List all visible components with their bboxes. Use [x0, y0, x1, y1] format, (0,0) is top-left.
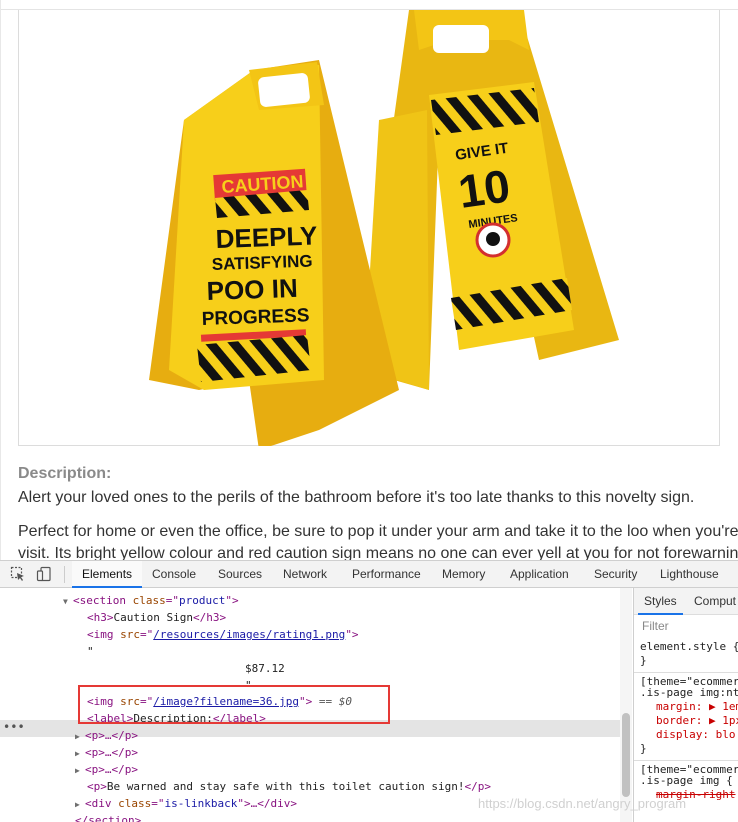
rule2-selector-b[interactable]: .is-page img {: [634, 774, 738, 788]
caution-signs-illustration: GIVE IT 10 MINUTES CAUTION DEEPLY SATISF…: [149, 10, 619, 446]
tab-network[interactable]: Network: [283, 561, 327, 588]
tab-computed[interactable]: Comput: [694, 588, 736, 615]
tab-performance[interactable]: Performance: [352, 561, 421, 588]
dom-node-h3[interactable]: <h3>Caution Sign</h3>: [87, 609, 226, 626]
rule-close-brace: }: [640, 654, 647, 667]
collapse-triangle-icon[interactable]: ▼: [63, 593, 73, 610]
rule1-prop-border[interactable]: border: ▶ 1px: [634, 714, 738, 728]
rule-close-brace: }: [640, 742, 647, 755]
dom-tree-scrollbar-thumb[interactable]: [622, 713, 630, 797]
rating-image-link[interactable]: /resources/images/rating1.png: [153, 628, 345, 641]
rule1-selector-b[interactable]: .is-page img:nt: [634, 686, 738, 700]
description-paragraph-1: Alert your loved ones to the perils of t…: [18, 489, 695, 506]
rule1-selector-a[interactable]: [theme="ecommer: [634, 672, 738, 688]
expand-triangle-icon[interactable]: ▶: [75, 796, 85, 813]
inspect-element-icon[interactable]: [10, 566, 26, 582]
tab-console[interactable]: Console: [152, 561, 196, 588]
style-rules: element.style { } [theme="ecommer .is-pa…: [634, 640, 738, 802]
styles-pane: Styles Comput Filter element.style { } […: [633, 588, 738, 822]
front-sign-line2: SATISFYING: [211, 251, 312, 274]
styles-filter-input[interactable]: Filter: [642, 619, 669, 633]
back-sign-line2: 10: [455, 159, 513, 218]
back-sign: GIVE IT 10 MINUTES: [359, 10, 619, 390]
front-sign-line3: POO IN: [206, 273, 298, 306]
expand-triangle-icon[interactable]: ▶: [75, 762, 85, 779]
rule-element-style[interactable]: element.style {: [634, 640, 738, 654]
front-sign-line4: PROGRESS: [201, 305, 309, 330]
tab-application[interactable]: Application: [510, 561, 569, 588]
front-sign: CAUTION DEEPLY SATISFYING POO IN PROGRES…: [149, 60, 399, 446]
front-sign-line1: DEEPLY: [215, 220, 318, 254]
expand-triangle-icon[interactable]: ▶: [75, 745, 85, 762]
rule1-prop-margin[interactable]: margin: ▶ 1em: [634, 700, 738, 714]
tab-memory[interactable]: Memory: [442, 561, 485, 588]
devtools-toolbar: Elements Console Sources Network Perform…: [0, 561, 738, 588]
tab-styles[interactable]: Styles: [638, 588, 683, 615]
toolbar-separator: [64, 566, 65, 583]
tab-security[interactable]: Security: [594, 561, 637, 588]
description-paragraph-2: Perfect for home or even the office, be …: [18, 523, 738, 560]
node-actions-ellipsis[interactable]: •••: [3, 720, 25, 737]
dom-node-p-warning[interactable]: <p>Be warned and stay safe with this toi…: [87, 778, 491, 795]
tab-lighthouse[interactable]: Lighthouse: [660, 561, 719, 588]
styles-pane-tabs: Styles Comput: [634, 588, 738, 615]
rule1-prop-display[interactable]: display: blo: [634, 728, 738, 742]
dom-node-p-collapsed[interactable]: ▶ <p>…</p>: [75, 744, 138, 761]
tab-elements[interactable]: Elements: [72, 561, 143, 588]
tab-sources[interactable]: Sources: [218, 561, 262, 588]
product-image: GIVE IT 10 MINUTES CAUTION DEEPLY SATISF…: [18, 10, 720, 446]
description-heading: Description:: [18, 465, 112, 482]
page-top-border: [1, 0, 738, 10]
devtools-panel: Elements Console Sources Network Perform…: [0, 560, 738, 822]
dom-node-img-rating[interactable]: <img src="/resources/images/rating1.png"…: [87, 626, 359, 643]
dom-node-p-collapsed[interactable]: ▶ <p>…</p>: [75, 761, 138, 778]
rule2-selector-a[interactable]: [theme="ecommer: [634, 760, 738, 776]
dom-node-p-collapsed[interactable]: ▶ <p>…</p>: [75, 727, 138, 744]
device-toolbar-icon[interactable]: [36, 566, 52, 582]
dom-node-div-linkback[interactable]: ▶ <div class="is-linkback">…</div>: [75, 795, 297, 812]
watermark-text: https://blog.csdn.net/angry_program: [478, 796, 687, 811]
expand-triangle-icon[interactable]: ▶: [75, 728, 85, 745]
annotation-highlight-box: [78, 685, 390, 724]
web-page: GIVE IT 10 MINUTES CAUTION DEEPLY SATISF…: [0, 0, 738, 560]
dom-node-section-close[interactable]: </section>: [75, 812, 141, 822]
dom-text-quote-open[interactable]: ": [87, 643, 94, 660]
dom-text-price[interactable]: $87.12: [245, 660, 285, 677]
dom-node-section[interactable]: ▼ <section class="product">: [63, 592, 239, 609]
